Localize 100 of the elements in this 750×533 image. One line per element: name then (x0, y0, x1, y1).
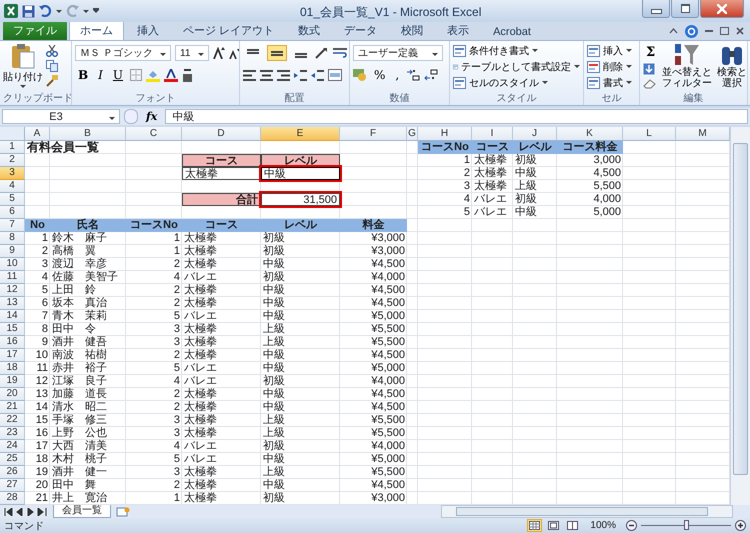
column-header[interactable]: G (407, 127, 418, 141)
row-header[interactable]: 14 (0, 310, 25, 323)
font-name-field[interactable]: ＭＳ Ｐゴシック (75, 45, 171, 61)
row-header[interactable]: 11 (0, 271, 25, 284)
customize-icon[interactable] (93, 10, 99, 12)
close-button[interactable] (700, 0, 744, 18)
column-header[interactable]: H (418, 127, 472, 141)
row-header[interactable]: 22 (0, 414, 25, 427)
ribbon-tab[interactable]: 校閲 (390, 20, 434, 40)
row-header[interactable]: 13 (0, 297, 25, 310)
vertical-align-button[interactable] (267, 45, 287, 61)
sort-filter-button[interactable]: 並べ替えと フィルター (661, 43, 714, 92)
text-align-icon[interactable] (243, 70, 256, 80)
font-style-button[interactable]: B (75, 68, 92, 82)
ribbon-tab[interactable]: データ (333, 20, 388, 40)
ribbon-tab[interactable]: 挿入 (126, 20, 170, 40)
zoom-level[interactable]: 100% (590, 520, 616, 531)
row-header[interactable]: 28 (0, 492, 25, 505)
minimize-button[interactable] (642, 0, 670, 18)
row-header[interactable]: 7 (0, 219, 25, 232)
cell-menu-button[interactable]: 書式 (587, 75, 636, 90)
eraser-icon[interactable] (643, 78, 656, 89)
row-header[interactable]: 16 (0, 336, 25, 349)
row-header[interactable]: 21 (0, 401, 25, 414)
ribbon-tab[interactable]: 表示 (436, 20, 480, 40)
number-style-button[interactable]: % (371, 68, 388, 82)
currency-icon[interactable] (353, 69, 367, 81)
column-header[interactable]: E (261, 127, 340, 141)
column-header[interactable]: C (126, 127, 182, 141)
row-header[interactable]: 10 (0, 258, 25, 271)
ribbon-tab[interactable]: ホーム (69, 20, 124, 40)
font-style-button[interactable]: I (95, 68, 106, 82)
row-header[interactable]: 1 (0, 141, 25, 154)
normal-view-button[interactable] (527, 519, 542, 532)
indent-icon[interactable] (311, 70, 324, 80)
row-header[interactable]: 19 (0, 375, 25, 388)
zoom-in-icon[interactable] (735, 520, 746, 531)
caret-icon[interactable] (83, 10, 89, 12)
save-icon[interactable] (22, 4, 35, 18)
close-icon[interactable] (736, 27, 744, 35)
ribbon-tab[interactable]: ページ レイアウト (172, 20, 286, 40)
find-select-button[interactable]: 検索と 選択 (716, 43, 747, 92)
column-header[interactable]: K (557, 127, 623, 141)
row-header[interactable]: 2 (0, 154, 25, 167)
row-header[interactable]: 12 (0, 284, 25, 297)
merge-cells-icon[interactable] (328, 69, 342, 81)
page-break-button[interactable] (565, 519, 580, 532)
new-sheet-icon[interactable] (116, 506, 130, 516)
font-style-button[interactable]: U (110, 68, 126, 82)
undo-icon[interactable] (39, 5, 52, 17)
border-icon[interactable] (130, 69, 142, 81)
row-header[interactable]: 23 (0, 427, 25, 440)
text-align-icon[interactable] (277, 70, 290, 80)
style-menu-button[interactable]: セルのスタイル (453, 75, 580, 90)
copy-icon[interactable] (46, 60, 59, 72)
column-header[interactable]: B (50, 127, 126, 141)
row-header[interactable]: 6 (0, 206, 25, 219)
row-header[interactable]: 20 (0, 388, 25, 401)
style-menu-button[interactable]: 条件付き書式 (453, 43, 580, 58)
name-box[interactable]: E3 (2, 109, 120, 124)
splitter-handle[interactable] (124, 109, 138, 124)
brush-icon[interactable] (46, 75, 59, 87)
excel-logo-icon[interactable] (4, 4, 18, 18)
font-size-field[interactable]: 11 (175, 45, 209, 61)
ribbon-tab[interactable]: ファイル (3, 20, 67, 40)
fill-color-icon[interactable] (146, 68, 160, 82)
row-header[interactable]: 8 (0, 232, 25, 245)
fill-down-icon[interactable] (643, 63, 655, 75)
number-format-field[interactable]: ユーザー定義 (353, 45, 443, 61)
ribbon-tab[interactable]: 数式 (287, 20, 332, 40)
caret-icon[interactable] (56, 10, 62, 12)
formula-field[interactable]: 中級 (165, 109, 748, 124)
column-header[interactable]: J (513, 127, 557, 141)
font-color-icon[interactable] (164, 68, 178, 82)
restore-button[interactable] (671, 0, 699, 18)
grow-font-icon[interactable] (213, 47, 225, 59)
column-header[interactable]: A (25, 127, 50, 141)
cell-menu-button[interactable]: 削除 (587, 59, 636, 74)
paste-button[interactable]: 貼り付け (3, 43, 43, 92)
text-align-icon[interactable] (260, 70, 273, 80)
vertical-scrollbar[interactable] (730, 127, 750, 505)
indent-icon[interactable] (294, 70, 307, 80)
shrink-font-icon[interactable] (229, 48, 239, 58)
horizontal-scrollbar[interactable] (441, 505, 733, 518)
orientation-icon[interactable] (315, 47, 329, 59)
wrap-text-icon[interactable] (333, 47, 347, 59)
row-header[interactable]: 17 (0, 349, 25, 362)
column-header[interactable]: F (340, 127, 407, 141)
column-header[interactable]: M (676, 127, 730, 141)
row-header[interactable]: 18 (0, 362, 25, 375)
sheet-navigation-icon[interactable] (4, 508, 48, 516)
autosum-button[interactable]: Σ (643, 45, 658, 60)
minimize-ribbon-icon[interactable] (669, 28, 678, 34)
page-layout-button[interactable] (546, 519, 562, 532)
style-menu-button[interactable]: テーブルとして書式設定 (453, 59, 580, 74)
zoom-out-icon[interactable] (626, 520, 637, 531)
insert-function-button[interactable]: fx (142, 110, 162, 123)
phonetic-icon[interactable] (182, 68, 194, 82)
ribbon-tab[interactable]: Acrobat (482, 23, 542, 40)
row-header[interactable]: 25 (0, 453, 25, 466)
